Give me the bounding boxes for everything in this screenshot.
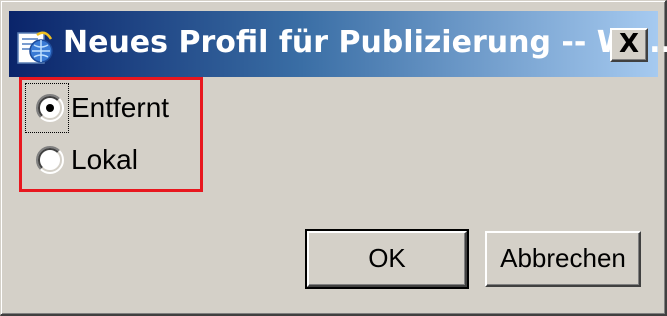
radio-option-entfernt[interactable]: Entfernt [35,87,169,129]
publish-web-icon [17,31,53,64]
radio-label-lokal[interactable]: Lokal [71,144,138,176]
radio-selected-icon[interactable] [35,93,65,123]
radio-option-lokal[interactable]: Lokal [35,139,138,181]
radio-unselected-icon[interactable] [35,145,65,175]
ok-button[interactable]: OK [305,229,469,289]
cancel-button[interactable]: Abbrechen [485,231,641,287]
radio-label-entfernt[interactable]: Entfernt [71,92,169,124]
close-button[interactable]: X [610,28,648,62]
title-bar[interactable]: Neues Profil für Publizierung -- We... X [9,11,667,77]
window-title: Neues Profil für Publizierung -- We... [63,25,667,60]
dialog-window: Neues Profil für Publizierung -- We... X… [0,0,667,316]
